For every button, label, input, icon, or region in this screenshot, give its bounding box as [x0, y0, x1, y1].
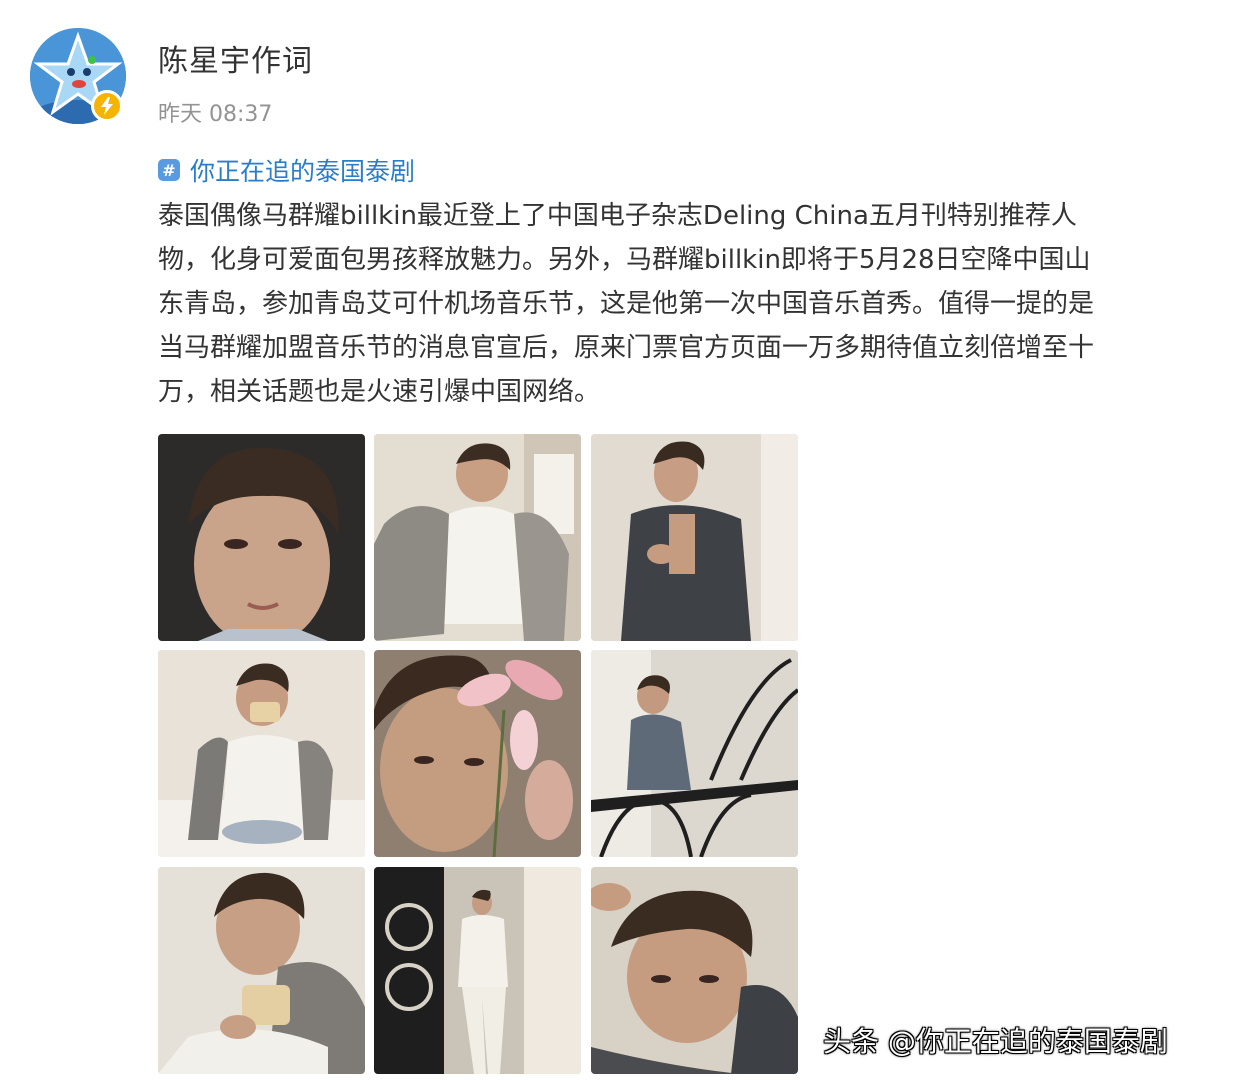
photo-white-suit-doorway[interactable] — [374, 867, 581, 1074]
body-line: 东青岛，参加青岛艾可什机场音乐节，这是他第一次中国音乐首秀。值得一提的是 — [158, 289, 1095, 319]
photo-holding-toast[interactable] — [158, 867, 365, 1074]
body-line: 万，相关话题也是火速引爆中国网络。 — [158, 377, 601, 407]
weibo-post: 陈星宇作词 昨天 08:37 # 你正在追的泰国泰剧 泰国偶像马群耀billki… — [0, 0, 1234, 1080]
author-name[interactable]: 陈星宇作词 — [158, 36, 313, 80]
body-line: 泰国偶像马群耀billkin最近登上了中国电子杂志Deling China五月刊… — [158, 201, 1077, 231]
photo-sitting-white-tank[interactable] — [374, 434, 581, 641]
lightning-icon — [101, 97, 113, 115]
photo-grid — [158, 434, 798, 1074]
toutiao-watermark: 头条 @你正在追的泰国泰剧 — [823, 1025, 1168, 1058]
topic-label: 你正在追的泰国泰剧 — [190, 157, 416, 186]
photo-portrait-closeup[interactable] — [158, 434, 365, 641]
verified-badge — [91, 90, 123, 122]
post-timestamp: 昨天 08:37 — [158, 102, 273, 127]
photo-lying-hand-in-hair[interactable] — [591, 867, 798, 1074]
post-body: 泰国偶像马群耀billkin最近登上了中国电子杂志Deling China五月刊… — [158, 194, 1208, 414]
body-line: 当马群耀加盟音乐节的消息官宣后，原来门票官方页面一万多期待值立刻倍增至十 — [158, 333, 1095, 363]
photo-denim-vest[interactable] — [591, 434, 798, 641]
photo-pink-flower[interactable] — [374, 650, 581, 857]
topic-hash-icon: # — [158, 159, 180, 181]
photo-eating-bread[interactable] — [158, 650, 365, 857]
topic-link[interactable]: # 你正在追的泰国泰剧 — [158, 152, 415, 188]
body-line: 物，化身可爱面包男孩释放魅力。另外，马群耀billkin即将于5月28日空降中国… — [158, 245, 1091, 275]
photo-staircase[interactable] — [591, 650, 798, 857]
